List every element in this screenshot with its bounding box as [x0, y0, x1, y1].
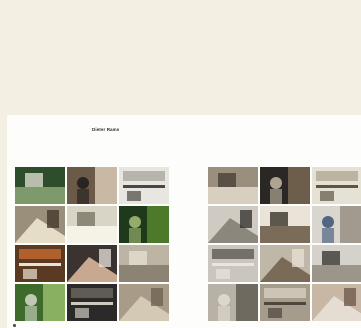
record-player-photo: [208, 245, 258, 282]
dining-room-photo: [208, 284, 258, 321]
stone-wall-photo: [119, 245, 169, 282]
doorway-light-photo: [67, 206, 117, 243]
bookcase-dark-photo: [260, 167, 310, 204]
tree-garden-photo: [119, 206, 169, 243]
two-men-portrait-photo: [67, 245, 117, 282]
stone-wall-lower-photo: [119, 284, 169, 321]
library-shelves-photo: [260, 284, 310, 321]
cabinet-photo: [312, 245, 361, 282]
person-at-desk-photo: [67, 167, 117, 204]
green-lawn-photo: [15, 284, 65, 321]
man-reading-photo: [312, 206, 361, 243]
document-spread: Dieter Rams: [7, 115, 361, 328]
living-room-photo: [208, 167, 258, 204]
dark-interior-photo: [67, 284, 117, 321]
orange-chair-room-photo: [15, 245, 65, 282]
bookshelf-wall-photo: [260, 245, 310, 282]
door-frame-photo: [260, 206, 310, 243]
hallway-bright-photo: [312, 167, 361, 204]
shelving-interior-photo: [15, 206, 65, 243]
desk-corner-photo: [208, 206, 258, 243]
page-marker: [13, 324, 16, 327]
man-portrait-photo: [312, 284, 361, 321]
kitchen-interior-photo: [119, 167, 169, 204]
garden-pool-photo: [15, 167, 65, 204]
page-heading: Dieter Rams: [92, 127, 120, 132]
